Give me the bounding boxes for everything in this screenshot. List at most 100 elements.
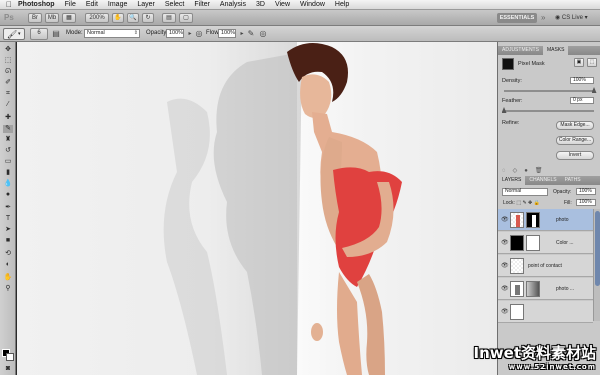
layer-row-partial[interactable]: 👁 — [498, 301, 593, 323]
crop-tool-icon[interactable]: ⌗ — [3, 90, 13, 98]
menu-window[interactable]: Window — [300, 1, 325, 8]
color-range-button[interactable]: Color Range... — [556, 136, 594, 145]
menu-help[interactable]: Help — [335, 1, 349, 8]
cs-live-button[interactable]: ◉ CS Live ▾ — [555, 13, 588, 23]
gradient-tool-icon[interactable]: ▮ — [3, 169, 13, 177]
toggle-mask-icon[interactable]: ● — [524, 168, 535, 174]
layer-row-photo-copy[interactable]: 👁 photo ... — [498, 278, 593, 300]
eye-icon[interactable]: 👁 — [501, 262, 509, 269]
rotate-view-icon[interactable]: ↻ — [142, 13, 154, 23]
feather-field[interactable]: 0 px — [570, 97, 594, 104]
mask-edge-button[interactable]: Mask Edge... — [556, 121, 594, 130]
pen-tool-icon[interactable]: ✒ — [3, 204, 13, 212]
clone-stamp-tool-icon[interactable]: ♜ — [3, 136, 13, 144]
eye-icon[interactable]: 👁 — [501, 216, 509, 223]
brush-tool-icon[interactable]: ✎ — [3, 125, 13, 133]
menu-3d[interactable]: 3D — [256, 1, 265, 8]
tab-layers[interactable]: LAYERS — [498, 176, 526, 185]
arrange-documents-icon[interactable]: ▤ — [162, 13, 176, 23]
layers-scrollbar-thumb[interactable] — [595, 211, 600, 286]
menu-layer[interactable]: Layer — [137, 1, 155, 8]
background-color-swatch[interactable] — [6, 353, 14, 361]
layer-mask-thumbnail[interactable] — [526, 212, 540, 228]
blend-mode-select[interactable]: Normal — [502, 188, 548, 196]
tab-adjustments[interactable]: ADJUSTMENTS — [498, 46, 543, 55]
3d-orbit-tool-icon[interactable]: ◐ — [3, 261, 13, 269]
menu-analysis[interactable]: Analysis — [220, 1, 246, 8]
eye-icon[interactable]: 👁 — [501, 239, 509, 246]
marquee-tool-icon[interactable]: ⬚ — [3, 57, 13, 65]
zoom-tool-icon[interactable]: ⚲ — [3, 285, 13, 293]
feather-slider[interactable] — [501, 107, 594, 113]
pixel-mask-thumbnail[interactable] — [502, 58, 514, 70]
layers-scrollbar[interactable] — [593, 209, 600, 321]
tool-preset-picker[interactable]: 🖌 ▾ — [3, 28, 25, 40]
pixel-mask-icon[interactable]: ▣ — [574, 58, 584, 67]
shape-tool-icon[interactable]: ■ — [3, 237, 13, 245]
menu-select[interactable]: Select — [165, 1, 184, 8]
menu-edit[interactable]: Edit — [86, 1, 98, 8]
feather-slider-knob[interactable] — [501, 107, 507, 113]
type-tool-icon[interactable]: T — [3, 215, 13, 223]
layer-thumbnail-figure — [515, 285, 520, 295]
brush-panel-icon[interactable]: ▤ — [51, 29, 61, 39]
menu-file[interactable]: File — [65, 1, 76, 8]
tablet-pressure-opacity-icon[interactable]: ◎ — [194, 29, 204, 39]
3d-rotate-tool-icon[interactable]: ⟲ — [3, 250, 13, 258]
zoom-icon[interactable]: 🔍 — [127, 13, 139, 23]
chevron-right-icon[interactable]: » — [541, 13, 545, 22]
opacity-field[interactable]: 100% — [166, 29, 184, 38]
layer-opacity-field[interactable]: 100% — [576, 188, 596, 195]
quick-mask-icon[interactable]: ◙ — [3, 365, 13, 373]
apply-mask-icon[interactable]: ◇ — [513, 168, 525, 174]
fill-field[interactable]: 100% — [576, 199, 596, 206]
menu-view[interactable]: View — [275, 1, 290, 8]
mode-select[interactable]: Normal ⇕ — [84, 29, 140, 38]
move-tool-icon[interactable]: ✥ — [3, 46, 13, 54]
screen-mode-icon[interactable]: ▢ — [179, 13, 193, 23]
hand-tool-icon[interactable]: ✋ — [3, 274, 13, 282]
lasso-tool-icon[interactable]: ᘏ — [3, 68, 13, 76]
tab-paths[interactable]: PATHS — [561, 176, 585, 185]
history-brush-tool-icon[interactable]: ↺ — [3, 147, 13, 155]
path-selection-tool-icon[interactable]: ➤ — [3, 226, 13, 234]
tab-masks[interactable]: MASKS — [542, 46, 569, 55]
cs-live-label: CS Live — [561, 15, 583, 21]
view-extras-button[interactable]: ▦ — [62, 13, 76, 23]
delete-mask-icon[interactable]: 🗑 — [535, 168, 550, 174]
density-slider-knob[interactable] — [591, 87, 597, 93]
brush-size-picker[interactable]: 6 — [30, 28, 48, 40]
layer-row-color[interactable]: 👁 Color ... — [498, 232, 593, 254]
layer-mask-thumbnail[interactable] — [526, 281, 540, 297]
layer-mask-thumbnail[interactable] — [526, 235, 540, 251]
airbrush-icon[interactable]: ✎ — [246, 29, 256, 39]
blur-tool-icon[interactable]: 💧 — [3, 180, 13, 188]
eye-icon[interactable]: 👁 — [501, 285, 509, 292]
vector-mask-icon[interactable]: ⬚ — [587, 58, 597, 67]
workspace-essentials-button[interactable]: ESSENTIALS — [497, 13, 537, 23]
zoom-level-select[interactable]: 200% — [85, 13, 109, 23]
dodge-tool-icon[interactable]: ● — [3, 191, 13, 199]
apple-icon[interactable]:  — [6, 0, 18, 9]
layer-row-photo[interactable]: 👁 photo — [498, 209, 593, 231]
quick-select-tool-icon[interactable]: ✐ — [3, 79, 13, 87]
document-canvas[interactable] — [17, 42, 497, 375]
flow-field[interactable]: 100% — [218, 29, 236, 38]
eyedropper-tool-icon[interactable]: ⁄ — [3, 101, 13, 109]
invert-button[interactable]: Invert — [556, 151, 594, 160]
tab-channels[interactable]: CHANNELS — [525, 176, 560, 185]
eye-icon[interactable]: 👁 — [501, 308, 509, 315]
mini-bridge-button[interactable]: Mb — [45, 13, 59, 23]
density-slider[interactable] — [504, 87, 597, 93]
tablet-pressure-size-icon[interactable]: ◎ — [258, 29, 268, 39]
menu-filter[interactable]: Filter — [194, 1, 210, 8]
layer-row-point-of-contact[interactable]: 👁 point of contact — [498, 255, 593, 277]
eraser-tool-icon[interactable]: ▭ — [3, 158, 13, 166]
menu-image[interactable]: Image — [108, 1, 127, 8]
menu-app-name[interactable]: Photoshop — [18, 1, 55, 8]
spot-healing-tool-icon[interactable]: ✚ — [3, 114, 13, 122]
hand-icon[interactable]: ✋ — [112, 13, 124, 23]
load-selection-icon[interactable]: ◌ — [502, 168, 513, 174]
bridge-button[interactable]: Br — [28, 13, 42, 23]
density-field[interactable]: 100% — [570, 77, 594, 84]
